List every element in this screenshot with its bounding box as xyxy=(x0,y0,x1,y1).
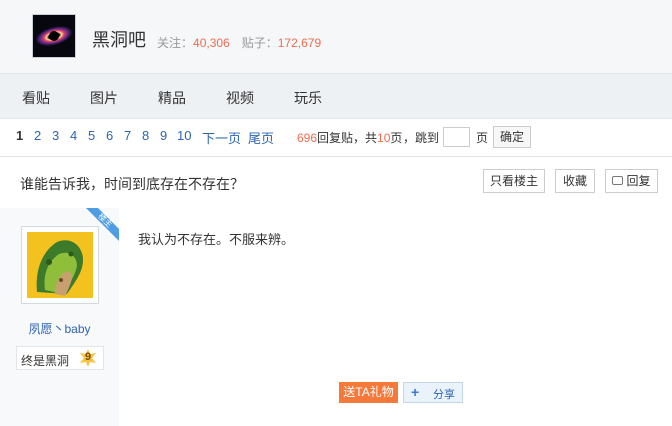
avatar-illustration-icon xyxy=(27,232,93,298)
jump-label: ，跳到 xyxy=(403,131,440,145)
badge-title: 终是黑洞 xyxy=(21,354,70,368)
page-link-10[interactable]: 10 xyxy=(177,128,191,143)
page-link-2[interactable]: 2 xyxy=(34,128,41,143)
page-link-9[interactable]: 9 xyxy=(160,128,167,143)
member-badge[interactable]: 终是黑洞 9 xyxy=(16,346,104,370)
total-pages: 10 xyxy=(377,131,391,145)
level-badge: 9 xyxy=(79,349,97,367)
page-unit: 页 xyxy=(390,131,403,145)
tab-posts[interactable]: 看贴 xyxy=(22,88,50,108)
op-tag: 楼主 xyxy=(86,208,119,241)
follow-label: 关注： xyxy=(157,36,194,50)
only-op-button[interactable]: 只看楼主 xyxy=(483,169,545,193)
tab-images[interactable]: 图片 xyxy=(90,88,118,108)
follow-count: 40,306 xyxy=(193,36,230,50)
forum-stats: 关注：40,306 贴子：172,679 xyxy=(157,34,321,51)
pagination-bar: 1 2 3 4 5 6 7 8 9 10 下一页 尾页 696回复贴，共10页 … xyxy=(0,118,672,156)
next-page-link[interactable]: 下一页 xyxy=(202,128,241,147)
post-username[interactable]: 夙愿丶baby xyxy=(0,320,119,337)
forum-logo[interactable] xyxy=(32,14,76,58)
send-gift-button[interactable]: 送TA礼物 xyxy=(339,382,398,403)
reply-button-label: 回复 xyxy=(626,174,651,188)
posts-label: 贴子： xyxy=(241,36,278,50)
thread-title-bar: 谁能告诉我，时间到底存在不存在？ 只看楼主 收藏 回复 xyxy=(0,156,672,209)
share-button[interactable]: + 分享 xyxy=(403,382,463,403)
forum-header: 黑洞吧 关注：40,306 贴子：172,679 xyxy=(0,0,672,74)
page-link-4[interactable]: 4 xyxy=(70,128,77,143)
favorite-button[interactable]: 收藏 xyxy=(555,169,595,193)
reply-text: 回复贴，共 xyxy=(317,131,378,145)
forum-name[interactable]: 黑洞吧 xyxy=(92,26,146,52)
page-link-6[interactable]: 6 xyxy=(106,128,113,143)
tab-featured[interactable]: 精品 xyxy=(158,88,186,108)
last-page-link[interactable]: 尾页 xyxy=(248,128,274,147)
tab-fun[interactable]: 玩乐 xyxy=(294,88,322,108)
page-link-5[interactable]: 5 xyxy=(88,128,95,143)
page-link-7[interactable]: 7 xyxy=(124,128,131,143)
post-content: 我认为不存在。不服来辨。 xyxy=(138,232,295,247)
reply-count: 696 xyxy=(297,131,318,145)
share-label: 分享 xyxy=(433,389,455,401)
reply-summary: 696回复贴，共10页 xyxy=(297,129,402,146)
confirm-button[interactable]: 确定 xyxy=(493,126,531,148)
reply-icon xyxy=(612,176,624,185)
black-hole-logo-icon xyxy=(33,15,75,57)
posts-count: 172,679 xyxy=(277,36,322,50)
reply-button[interactable]: 回复 xyxy=(605,169,658,193)
page-link-8[interactable]: 8 xyxy=(142,128,149,143)
level-number: 9 xyxy=(84,351,92,363)
share-plus-icon: + xyxy=(411,384,420,400)
page-link-3[interactable]: 3 xyxy=(52,128,59,143)
jump-page-input[interactable] xyxy=(443,127,470,147)
forum-tabs: 看贴 图片 精品 视频 玩乐 xyxy=(0,74,672,118)
page-link-1: 1 xyxy=(16,128,24,143)
tab-videos[interactable]: 视频 xyxy=(226,88,254,108)
thread-title: 谁能告诉我，时间到底存在不存在？ xyxy=(20,176,244,192)
avatar-image xyxy=(27,232,93,298)
jump-unit: 页 xyxy=(476,131,489,145)
